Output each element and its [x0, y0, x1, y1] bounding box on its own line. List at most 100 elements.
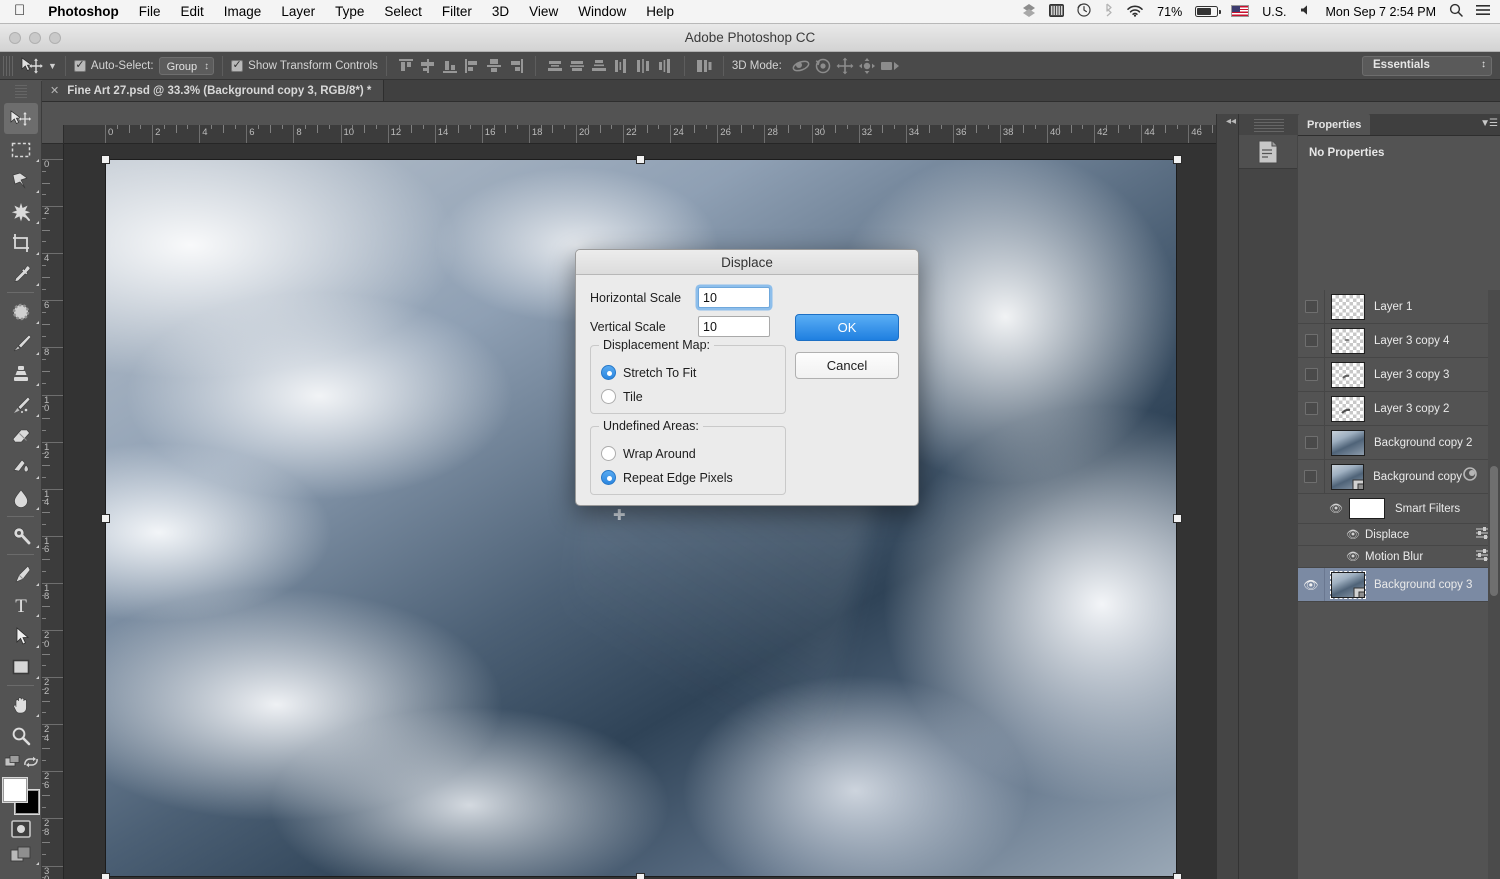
gradient-tool[interactable]: [0, 451, 42, 482]
table-row[interactable]: Layer 3 copy 3: [1298, 358, 1500, 392]
flag-icon[interactable]: [1231, 4, 1250, 19]
history-brush-tool[interactable]: [0, 389, 42, 420]
smart-filter-badge-icon[interactable]: [1462, 466, 1478, 487]
align-bottom-edges-icon[interactable]: [440, 56, 460, 76]
cancel-button[interactable]: Cancel: [795, 352, 899, 379]
quick-selection-tool[interactable]: [0, 196, 42, 227]
path-selection-tool[interactable]: [0, 620, 42, 651]
eyedropper-tool[interactable]: [0, 258, 42, 289]
distribute-bottom-edges-icon[interactable]: [589, 56, 609, 76]
slide-3d-icon[interactable]: [856, 56, 876, 76]
bluetooth-icon[interactable]: [1104, 3, 1113, 20]
align-right-edges-icon[interactable]: [506, 56, 526, 76]
orbit-3d-icon[interactable]: [790, 56, 810, 76]
table-row[interactable]: Layer 1: [1298, 290, 1500, 324]
layer-thumbnail[interactable]: [1331, 395, 1365, 422]
layer-visibility-toggle[interactable]: 👁: [1298, 568, 1325, 601]
layer-visibility-toggle[interactable]: [1298, 426, 1325, 459]
battery-icon[interactable]: [1195, 6, 1221, 17]
radio-button[interactable]: [601, 446, 616, 461]
auto-align-layers-icon[interactable]: [694, 56, 714, 76]
vertical-ruler[interactable]: 024681 01 21 41 61 82 02 22 42 62 83 0: [42, 144, 64, 879]
eraser-tool[interactable]: [0, 420, 42, 451]
search-icon[interactable]: [1449, 3, 1463, 20]
notification-center-icon[interactable]: [1476, 4, 1490, 19]
menu-item-help[interactable]: Help: [636, 4, 684, 19]
workspace-dropdown[interactable]: Essentials: [1362, 56, 1492, 76]
edit-toolbar-icon[interactable]: [4, 755, 23, 774]
active-tool-indicator[interactable]: ▼: [21, 56, 57, 75]
radio-button[interactable]: [601, 389, 616, 404]
menu-item-image[interactable]: Image: [214, 4, 272, 19]
collapse-panels-icon[interactable]: ◂◂: [1226, 116, 1236, 127]
smart-filter-mask-thumbnail[interactable]: [1349, 498, 1385, 519]
layer-visibility-toggle[interactable]: [1298, 460, 1325, 493]
distribute-top-edges-icon[interactable]: [545, 56, 565, 76]
radio-button[interactable]: [601, 470, 616, 485]
scrollbar-thumb[interactable]: [1490, 466, 1498, 596]
time-machine-icon[interactable]: [1077, 3, 1091, 20]
tools-panel-grip[interactable]: [14, 85, 27, 99]
options-bar-grip[interactable]: [3, 55, 13, 76]
distribute-left-edges-icon[interactable]: [611, 56, 631, 76]
table-row[interactable]: Background copy: [1298, 460, 1500, 494]
panel-menu-icon[interactable]: ▼☰: [1480, 118, 1498, 129]
eye-icon[interactable]: 👁: [1344, 550, 1362, 563]
transform-handle-bottom-left[interactable]: [101, 873, 110, 879]
hand-tool[interactable]: [0, 689, 42, 720]
tab-properties[interactable]: Properties: [1298, 114, 1371, 135]
clone-stamp-tool[interactable]: [0, 358, 42, 389]
layer-list-scrollbar[interactable]: [1488, 290, 1500, 879]
crop-tool[interactable]: [0, 227, 42, 258]
table-row[interactable]: Background copy 2: [1298, 426, 1500, 460]
scale-3d-icon[interactable]: [878, 56, 899, 76]
notes-panel-icon[interactable]: [1239, 135, 1297, 169]
menu-item-edit[interactable]: Edit: [171, 4, 214, 19]
list-item[interactable]: 👁 Displace: [1298, 524, 1500, 546]
layer-thumbnail[interactable]: [1331, 293, 1365, 320]
auto-select-checkbox[interactable]: ✓: [73, 59, 86, 72]
close-icon[interactable]: ✕: [50, 84, 59, 97]
menu-item-view[interactable]: View: [519, 4, 568, 19]
lasso-tool[interactable]: [0, 165, 42, 196]
ruler-corner[interactable]: [42, 125, 64, 144]
rectangle-tool[interactable]: [0, 651, 42, 682]
blur-tool[interactable]: [0, 482, 42, 513]
panel-collapse-rail[interactable]: ◂◂: [1216, 114, 1238, 879]
transform-handle-top-left[interactable]: [101, 155, 110, 164]
layer-thumbnail[interactable]: [1331, 429, 1365, 456]
clock-datetime[interactable]: Mon Sep 7 2:54 PM: [1326, 5, 1436, 19]
calculator-icon[interactable]: [1049, 3, 1065, 20]
screen-mode-icon[interactable]: [0, 842, 42, 868]
rectangular-marquee-tool[interactable]: [0, 134, 42, 165]
apple-icon[interactable]: : [14, 3, 25, 18]
radio-stretch-to-fit[interactable]: Stretch To Fit: [601, 365, 775, 380]
input-source-label[interactable]: U.S.: [1262, 5, 1286, 19]
color-swatches[interactable]: [2, 778, 39, 814]
transform-handle-middle-right[interactable]: [1173, 514, 1182, 523]
dropbox-icon[interactable]: [1022, 3, 1036, 20]
horizontal-ruler[interactable]: 0 2 4 6 8 10 12 14 16 18 20 22 24 26 28 30 32 34 36 38 40 42 4…: [64, 125, 1238, 144]
menu-item-photoshop[interactable]: Photoshop: [38, 4, 129, 19]
pen-tool[interactable]: [0, 558, 42, 589]
type-tool[interactable]: T: [0, 589, 42, 620]
menu-item-select[interactable]: Select: [374, 4, 432, 19]
transform-handle-top-right[interactable]: [1173, 155, 1182, 164]
table-row[interactable]: Layer 3 copy 2: [1298, 392, 1500, 426]
layer-thumbnail[interactable]: [1331, 327, 1365, 354]
volume-icon[interactable]: [1300, 4, 1313, 19]
layer-thumbnail[interactable]: [1331, 361, 1365, 388]
eye-icon[interactable]: 👁: [1325, 502, 1347, 515]
swap-colors-icon[interactable]: [23, 755, 39, 774]
transform-handle-bottom-center[interactable]: [636, 873, 645, 879]
menu-item-layer[interactable]: Layer: [271, 4, 325, 19]
vertical-scale-input[interactable]: [698, 316, 770, 337]
layer-visibility-toggle[interactable]: [1298, 324, 1325, 357]
radio-repeat-edge-pixels[interactable]: Repeat Edge Pixels: [601, 470, 775, 485]
transform-handle-bottom-right[interactable]: [1173, 873, 1182, 879]
layer-visibility-toggle[interactable]: [1298, 392, 1325, 425]
layer-visibility-toggle[interactable]: [1298, 290, 1325, 323]
displace-dialog[interactable]: Displace Horizontal Scale Vertical Scale…: [575, 249, 919, 506]
layer-list[interactable]: Layer 1 Layer 3 copy 4 Layer 3 copy 3 La…: [1298, 290, 1500, 879]
foreground-color-swatch[interactable]: [2, 778, 27, 802]
